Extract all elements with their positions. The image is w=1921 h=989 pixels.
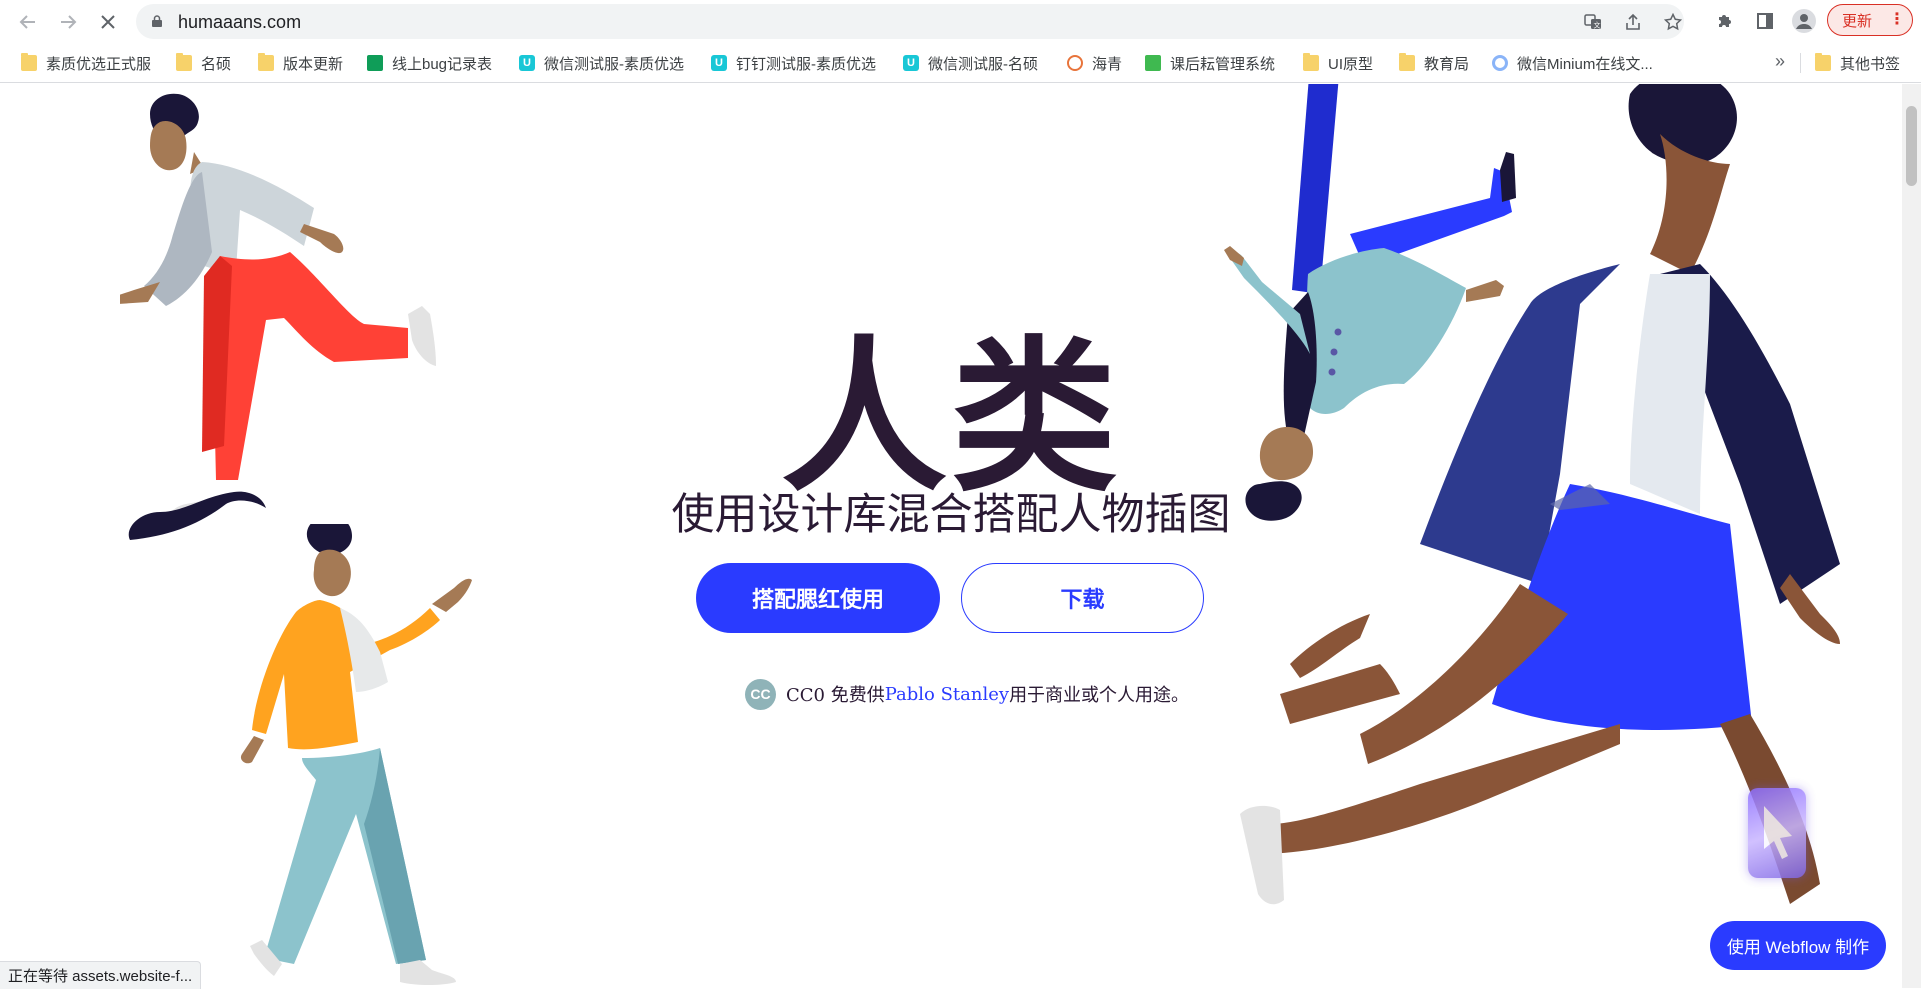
bookmark-item[interactable]: U 钉钉测试服-素质优选 <box>711 51 876 75</box>
download-button[interactable]: 下载 <box>961 563 1204 633</box>
floating-extension-widget[interactable] <box>1748 788 1806 878</box>
extensions-puzzle-icon[interactable] <box>1712 8 1738 34</box>
mix-with-blush-button[interactable]: 搭配腮红使用 <box>696 563 940 633</box>
update-button[interactable]: 更新 ⋮ <box>1827 4 1913 36</box>
address-bar[interactable]: humaaans.com 文 <box>136 4 1684 39</box>
scrollbar-thumb[interactable] <box>1906 106 1917 186</box>
bookmark-label: 微信测试服-名硕 <box>928 55 1038 73</box>
bookmark-label: 版本更新 <box>283 55 344 73</box>
bookmark-item[interactable]: U 微信测试服-名硕 <box>903 51 1038 75</box>
bookmark-item[interactable]: 教育局 <box>1399 51 1469 75</box>
forward-button[interactable] <box>52 6 84 38</box>
profile-avatar-icon[interactable] <box>1791 8 1817 34</box>
chrome-ring-icon <box>1492 55 1508 71</box>
share-icon[interactable] <box>1622 11 1644 33</box>
uniapp-icon: U <box>711 55 727 71</box>
folder-icon <box>1303 53 1319 71</box>
lock-icon <box>152 15 162 27</box>
close-icon <box>101 15 115 29</box>
svg-text:文: 文 <box>1594 21 1601 30</box>
url-text[interactable]: humaaans.com <box>178 12 301 33</box>
uniapp-icon: U <box>903 55 919 71</box>
bookmark-item[interactable]: 课后耘管理系统 <box>1145 51 1275 75</box>
folder-icon <box>1399 53 1415 71</box>
app-logo-icon <box>1145 55 1161 71</box>
more-bookmarks-button[interactable]: » <box>1775 51 1785 72</box>
status-bar: 正在等待 assets.website-f... <box>0 961 202 989</box>
bookmark-item[interactable]: 微信Minium在线文... <box>1492 51 1653 75</box>
bookmark-label: 名硕 <box>201 55 232 73</box>
bookmark-label: 其他书签 <box>1840 55 1901 73</box>
bookmark-star-icon[interactable] <box>1662 11 1684 33</box>
bookmark-label: 钉钉测试服-素质优选 <box>736 55 876 73</box>
other-bookmarks[interactable]: 其他书签 <box>1815 51 1900 75</box>
site-logo-icon <box>1067 55 1083 71</box>
forward-arrow-icon <box>61 15 77 29</box>
license-suffix: 用于商业或个人用途。 <box>1009 685 1190 706</box>
bookmark-item[interactable]: 海青 <box>1067 51 1122 75</box>
back-arrow-icon <box>19 15 35 29</box>
license-line: CC CC0 免费供 Pablo Stanley 用于商业或个人用途。 <box>745 677 1189 711</box>
made-in-webflow-badge[interactable]: 使用 Webflow 制作 <box>1710 921 1886 970</box>
side-panel-icon[interactable] <box>1752 8 1778 34</box>
cursor-arrow-icon <box>1764 806 1792 859</box>
license-prefix: CC0 免费供 <box>786 685 885 706</box>
bookmark-label: 课后耘管理系统 <box>1170 55 1276 73</box>
person-illustration-orange-jacket <box>240 524 472 985</box>
bookmark-label: 微信Minium在线文... <box>1517 55 1653 73</box>
bookmark-label: 微信测试服-素质优选 <box>544 55 684 73</box>
bookmark-label: 线上bug记录表 <box>392 55 493 73</box>
uniapp-icon: U <box>519 55 535 71</box>
update-label: 更新 <box>1842 12 1873 30</box>
bookmark-item[interactable]: 线上bug记录表 <box>367 51 492 75</box>
bookmark-label: UI原型 <box>1328 55 1374 73</box>
cc-license-icon: CC <box>745 678 776 710</box>
stop-loading-button[interactable] <box>92 6 124 38</box>
folder-icon <box>176 53 192 71</box>
folder-icon <box>258 53 274 71</box>
hero-subtitle: 使用设计库混合搭配人物插图 <box>671 490 1231 540</box>
bookmark-item[interactable]: 素质优选正式服 <box>21 51 151 75</box>
more-vertical-icon: ⋮ <box>1889 11 1905 28</box>
bookmark-item[interactable]: U 微信测试服-素质优选 <box>519 51 684 75</box>
author-link[interactable]: Pablo Stanley <box>885 684 1009 705</box>
bookmarks-divider <box>1800 53 1801 73</box>
bookmark-item[interactable]: UI原型 <box>1303 51 1373 75</box>
bookmark-label: 海青 <box>1092 55 1123 73</box>
bookmarks-bar: 素质优选正式服 名硕 版本更新 线上bug记录表 U 微信测试服-素质优选 U 钉钉… <box>0 43 1921 83</box>
bookmark-label: 素质优选正式服 <box>46 55 152 73</box>
browser-toolbar: humaaans.com 文 更新 ⋮ <box>0 0 1921 43</box>
back-button[interactable] <box>12 6 44 38</box>
translate-icon[interactable]: 文 <box>1582 11 1604 33</box>
bookmark-item[interactable]: 名硕 <box>176 51 231 75</box>
page-content: 人类 使用设计库混合搭配人物插图 搭配腮红使用 下载 CC CC0 免费供 Pa… <box>0 84 1902 988</box>
hero-title: 人类 <box>781 322 1121 515</box>
folder-icon <box>21 53 37 71</box>
spreadsheet-icon <box>367 55 383 71</box>
folder-icon <box>1815 53 1831 71</box>
bookmark-label: 教育局 <box>1424 55 1470 73</box>
bookmark-item[interactable]: 版本更新 <box>258 51 343 75</box>
page-scrollbar[interactable] <box>1902 84 1921 988</box>
